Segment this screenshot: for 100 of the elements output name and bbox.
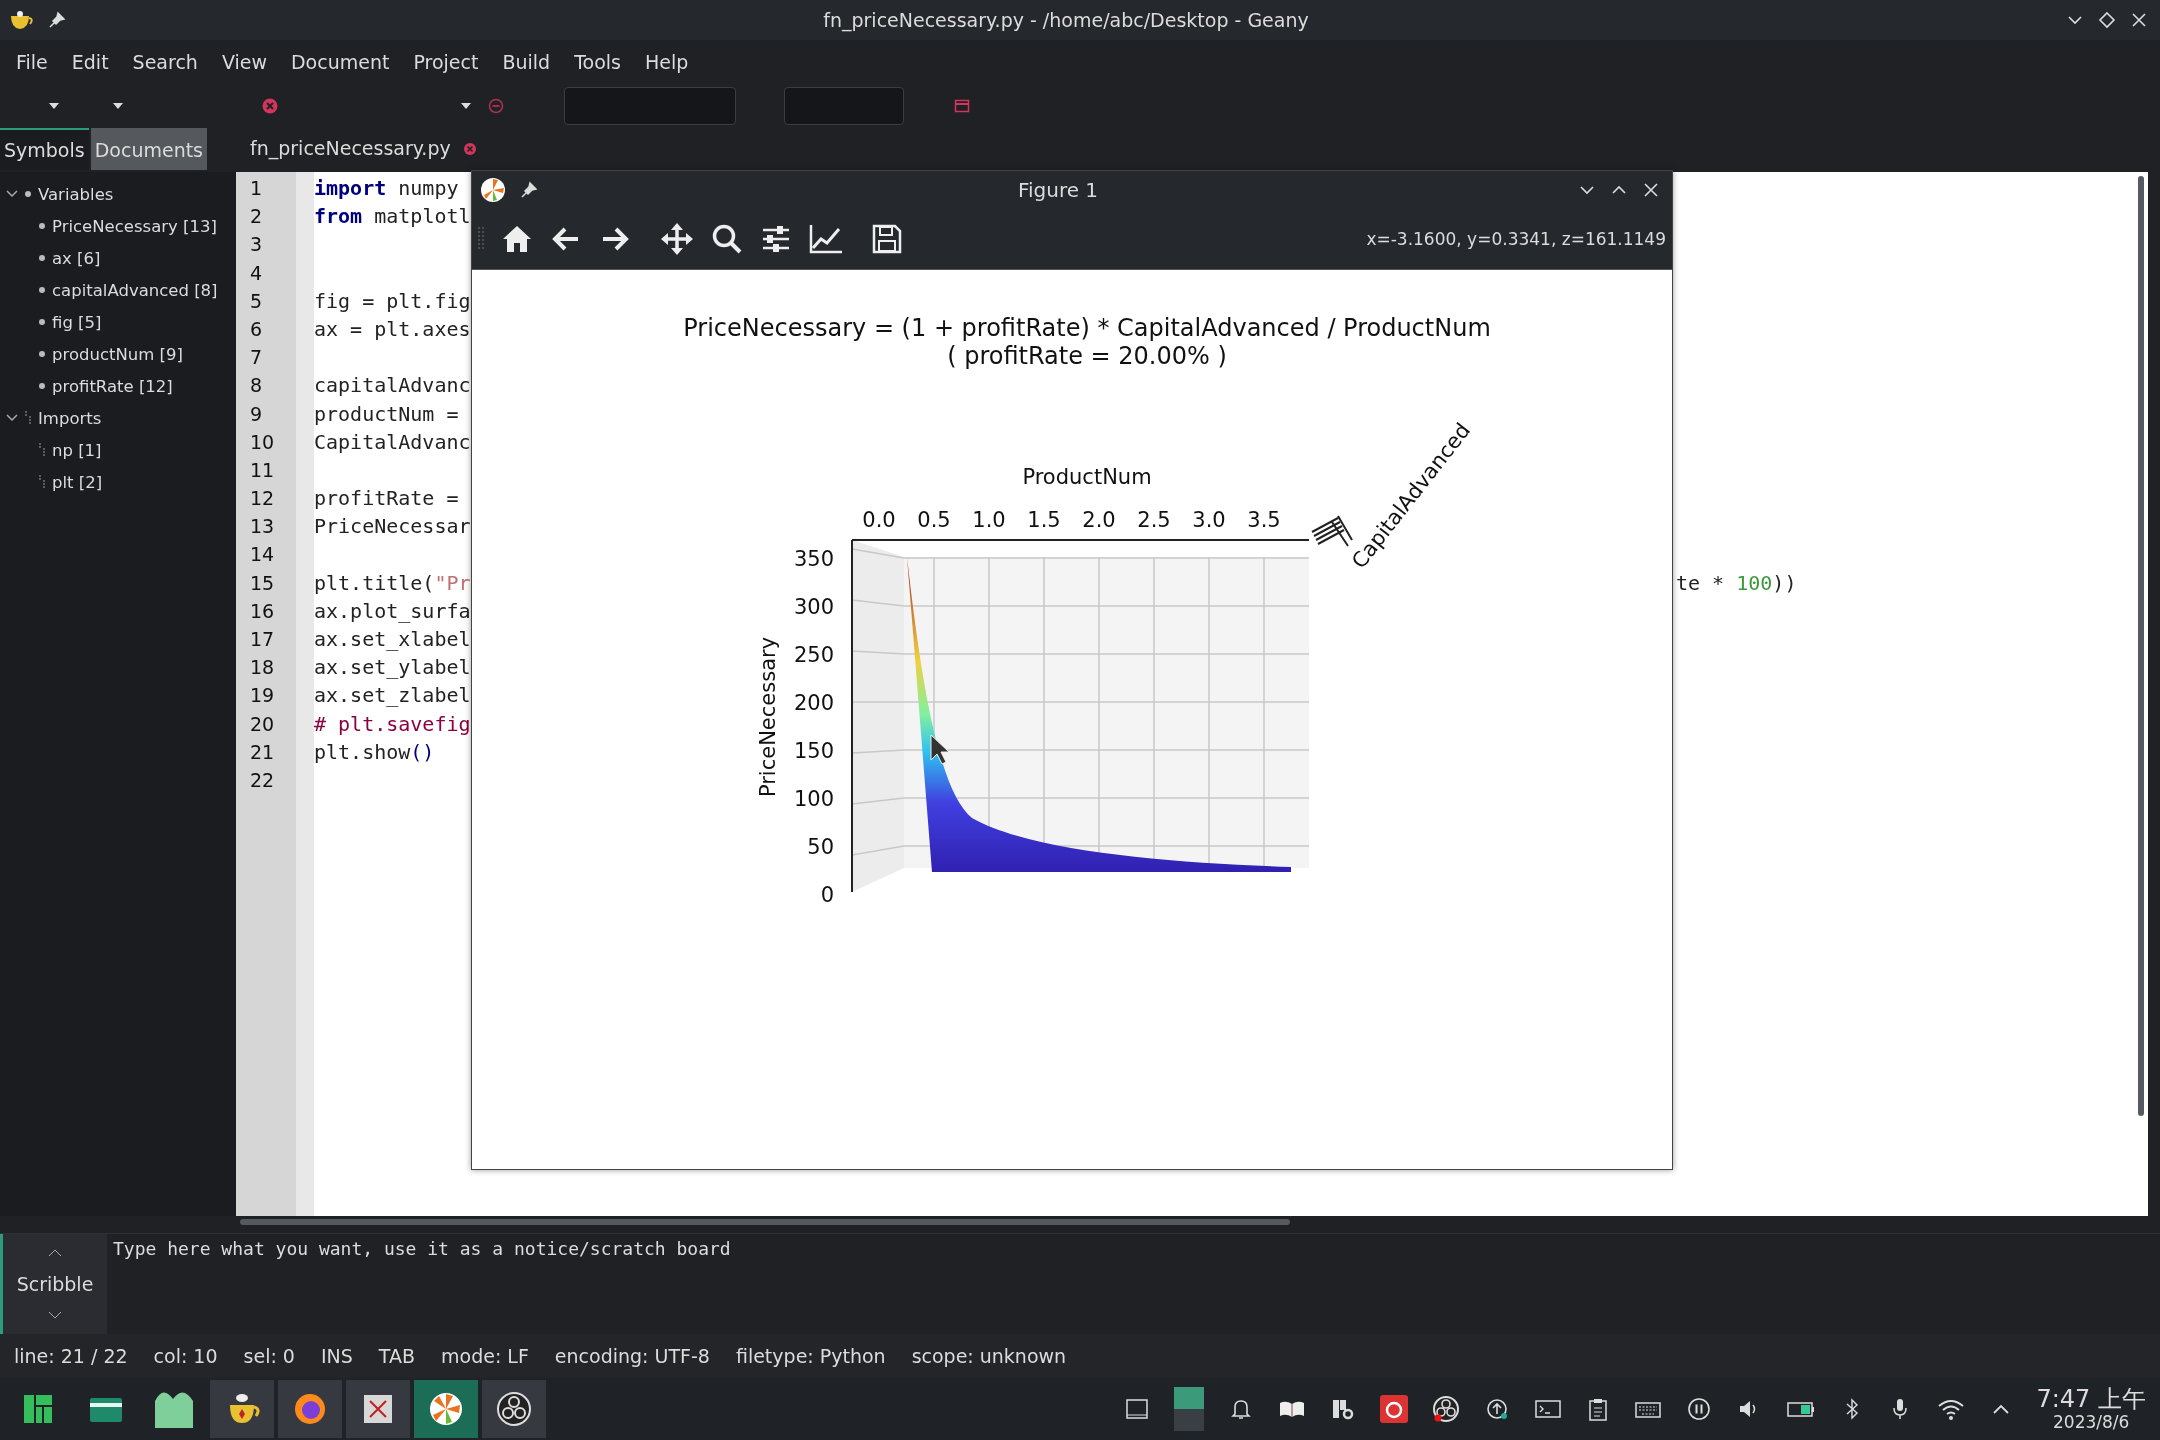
axis-label: PriceNecessary (756, 636, 780, 798)
tick-label: 0.0 (862, 508, 896, 532)
tree-item[interactable]: profitRate [12] (52, 376, 173, 396)
pin-icon[interactable] (48, 11, 66, 29)
menu-item[interactable]: Document (278, 51, 402, 73)
menu-item[interactable]: Tools (562, 51, 633, 73)
scribble-tab[interactable]: Scribble (0, 1234, 107, 1334)
code-line: plt.title("Pr (314, 570, 471, 595)
tick-label: 1.0 (972, 508, 1006, 532)
save-icon[interactable] (872, 223, 902, 255)
pin-icon[interactable] (520, 181, 538, 199)
line-number: 10 (249, 429, 276, 455)
chevron-icon[interactable] (48, 1249, 62, 1257)
line-number: 11 (249, 457, 276, 483)
caret-icon[interactable] (112, 102, 124, 110)
tick-label: 3.5 (1247, 508, 1281, 532)
code-line: capitalAdvanc (314, 373, 471, 398)
window-title: Figure 1 (1016, 178, 1100, 202)
clock[interactable]: 7:47 上午 2023/8/6 (2026, 1386, 2160, 1432)
line-number: 15 (249, 570, 276, 596)
scrollbar[interactable] (240, 1219, 1290, 1225)
menu-item[interactable]: View (209, 51, 279, 73)
line-number: 21 (249, 739, 276, 765)
code-line: import numpy (314, 176, 459, 200)
import-icon (38, 474, 46, 490)
code-line: ax.set_xlabel (314, 627, 471, 651)
toolbar-field[interactable] (564, 87, 736, 125)
scribble-text[interactable]: Type here what you want, use it as a notice/scratch board (107, 1234, 2160, 1334)
line-number: 19 (249, 683, 276, 709)
grip-icon[interactable] (478, 226, 484, 252)
chevron-icon[interactable] (6, 413, 18, 423)
line-number: 12 (249, 486, 276, 512)
code-line: plt.show() (314, 739, 435, 764)
menu-item[interactable]: Build (490, 51, 563, 73)
taskbar-button[interactable] (346, 1380, 410, 1438)
tree-item[interactable]: np [1] (52, 440, 102, 460)
tree-item[interactable]: capitalAdvanced [8] (52, 280, 218, 300)
tree-item[interactable]: Variables (38, 184, 114, 204)
tick-label: 1.5 (1027, 508, 1061, 532)
stop-icon[interactable] (262, 98, 278, 114)
tree-item[interactable]: fig [5] (52, 312, 102, 332)
taskbar-button[interactable] (482, 1380, 546, 1438)
import-icon (24, 410, 32, 426)
hills-icon (154, 1389, 194, 1429)
tree-item[interactable]: productNum [9] (52, 344, 183, 364)
move-icon[interactable] (660, 222, 694, 256)
caret-icon[interactable] (460, 102, 472, 110)
code-line: ax.set_zlabel (314, 683, 471, 708)
clock-date: 2023/8/6 (2053, 1412, 2130, 1432)
tick-label: 200 (793, 691, 834, 715)
tick-label: 2.5 (1137, 508, 1171, 532)
chevron-icon[interactable] (48, 1311, 62, 1319)
tree-item[interactable]: PriceNecessary [13] (52, 216, 217, 236)
line-chart-icon[interactable] (809, 223, 843, 255)
menu-item[interactable]: File (4, 51, 60, 73)
tick-label: 2.0 (1082, 508, 1116, 532)
caret-icon[interactable] (48, 102, 60, 110)
line-number: 7 (249, 345, 264, 371)
tab-label[interactable]: Scribble (16, 1273, 94, 1295)
desktop-pager-icon[interactable] (1174, 1387, 1205, 1431)
code-line: productNum = (314, 401, 459, 426)
chevron-icon[interactable] (6, 189, 18, 199)
toolbar-field[interactable] (784, 87, 904, 125)
close-icon[interactable] (2130, 11, 2148, 29)
sidebar-tab[interactable]: Symbols (0, 128, 89, 170)
status-item: mode: LF (441, 1345, 529, 1367)
menu-item[interactable]: Search (120, 51, 210, 73)
menu-item[interactable]: Help (632, 51, 701, 73)
tree-item[interactable]: Imports (38, 408, 102, 428)
menu-item[interactable]: Project (401, 51, 491, 73)
cursor-coordinates: x=-3.1600, y=0.3341, z=161.1149 (1366, 229, 1666, 249)
line-number: 14 (249, 542, 276, 568)
search-icon[interactable] (711, 223, 743, 255)
menu-item[interactable]: Edit (59, 51, 121, 73)
code-line: ax.plot_surfa (314, 598, 471, 623)
line-number: 1 (249, 176, 264, 201)
window-icon[interactable] (954, 98, 970, 114)
tree-item[interactable]: plt [2] (52, 472, 103, 492)
circles-icon (494, 1389, 534, 1429)
window-title: fn_priceNecessary.py - /home/abc/Desktop - Geany (822, 9, 1310, 31)
window-icon[interactable] (1124, 1396, 1151, 1422)
dot-icon (38, 254, 46, 262)
close-icon[interactable] (1642, 181, 1660, 199)
sliders-icon[interactable] (760, 223, 792, 255)
sidebar-tab[interactable]: Documents (90, 128, 208, 170)
dot-icon (38, 382, 46, 390)
line-number: 8 (249, 373, 264, 399)
tree-item[interactable]: ax [6] (52, 248, 101, 268)
status-item: INS (320, 1345, 353, 1367)
code-line: PriceNecessar (314, 514, 471, 539)
taskbar-button[interactable] (414, 1380, 478, 1438)
status-item: filetype: Python (735, 1345, 886, 1367)
home-icon[interactable] (501, 223, 533, 255)
taskbar-button[interactable] (210, 1380, 274, 1438)
scrollbar[interactable] (2138, 176, 2144, 1116)
pause-icon[interactable] (1686, 1396, 1713, 1422)
remove-icon[interactable] (488, 98, 504, 114)
code-line: CapitalAdvanc (314, 429, 471, 454)
maximize-icon[interactable] (2098, 11, 2116, 29)
tick-label: 0.5 (917, 508, 951, 532)
